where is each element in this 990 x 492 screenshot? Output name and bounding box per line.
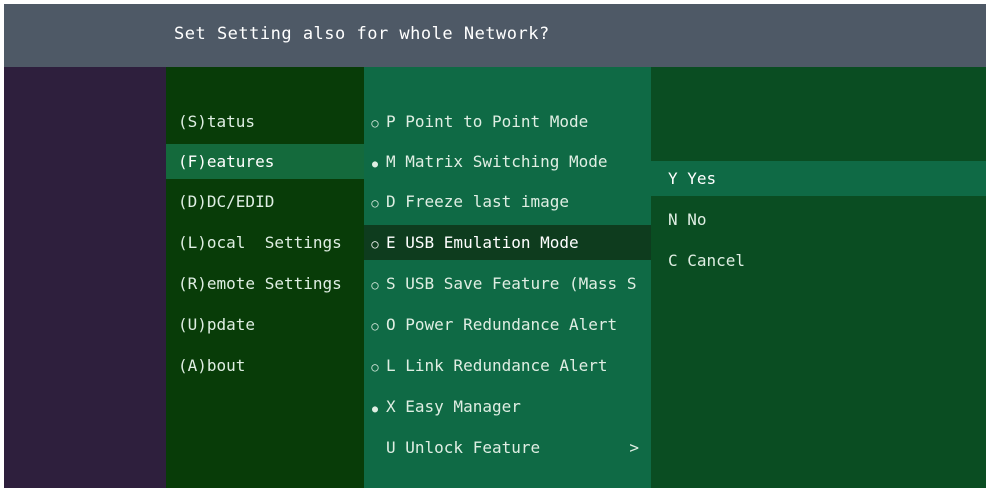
- feature-label: D Freeze last image: [386, 192, 570, 211]
- feature-label: L Link Redundance Alert: [386, 356, 608, 375]
- menu-item-ddc-edid[interactable]: (D)DC/EDID: [166, 184, 364, 219]
- feature-power-redundance-alert[interactable]: O Power Redundance Alert: [364, 307, 651, 342]
- feature-label: P Point to Point Mode: [386, 112, 589, 131]
- feature-label: X Easy Manager: [386, 397, 521, 416]
- osd-screen: Set Setting also for whole Network? (S)t…: [4, 4, 986, 488]
- menu-item-label: (F)eatures: [178, 152, 275, 171]
- confirm-no[interactable]: N No: [651, 202, 986, 237]
- confirm-cancel[interactable]: C Cancel: [651, 243, 986, 278]
- feature-usb-emulation[interactable]: E USB Emulation Mode: [364, 225, 651, 260]
- menu-item-local-settings[interactable]: (L)ocal Settings: [166, 225, 364, 260]
- chevron-right-icon: >: [629, 438, 639, 457]
- feature-label: O Power Redundance Alert: [386, 315, 618, 334]
- menu-item-label: (D)DC/EDID: [178, 192, 275, 211]
- confirm-menu: Y Yes N No C Cancel: [651, 67, 986, 488]
- radio-filled-icon: [364, 391, 386, 424]
- menu-item-status[interactable]: (S)tatus: [166, 104, 364, 139]
- radio-empty-icon: [364, 309, 386, 342]
- feature-link-redundance-alert[interactable]: L Link Redundance Alert: [364, 348, 651, 383]
- feature-matrix-switching[interactable]: M Matrix Switching Mode: [364, 144, 651, 179]
- feature-usb-save[interactable]: S USB Save Feature (Mass S: [364, 266, 651, 301]
- radio-empty-icon: [364, 350, 386, 383]
- menu-item-update[interactable]: (U)pdate: [166, 307, 364, 342]
- feature-easy-manager[interactable]: X Easy Manager: [364, 389, 651, 424]
- feature-label: U Unlock Feature: [386, 438, 541, 457]
- feature-label: S USB Save Feature (Mass S: [386, 274, 637, 293]
- confirm-label: N No: [668, 210, 707, 229]
- features-menu: P Point to Point Mode M Matrix Switching…: [364, 67, 651, 488]
- menu-item-label: (L)ocal Settings: [178, 233, 342, 252]
- menu-item-remote-settings[interactable]: (R)emote Settings: [166, 266, 364, 301]
- feature-freeze-last-image[interactable]: D Freeze last image: [364, 184, 651, 219]
- feature-point-to-point[interactable]: P Point to Point Mode: [364, 104, 651, 139]
- menu-item-label: (U)pdate: [178, 315, 256, 334]
- radio-empty-icon: [364, 186, 386, 219]
- menu-item-label: (R)emote Settings: [178, 274, 342, 293]
- confirm-label: Y Yes: [668, 169, 717, 188]
- feature-label: M Matrix Switching Mode: [386, 152, 608, 171]
- menu-item-label: (S)tatus: [178, 112, 256, 131]
- feature-label: E USB Emulation Mode: [386, 233, 579, 252]
- main-menu: (S)tatus (F)eatures (D)DC/EDID (L)ocal S…: [166, 67, 364, 488]
- feature-unlock[interactable]: U Unlock Feature >: [364, 430, 651, 465]
- radio-empty-icon: [364, 268, 386, 301]
- menu-item-label: (A)bout: [178, 356, 246, 375]
- radio-filled-icon: [364, 146, 386, 179]
- menu-item-about[interactable]: (A)bout: [166, 348, 364, 383]
- confirm-yes[interactable]: Y Yes: [651, 161, 986, 196]
- dialog-title: Set Setting also for whole Network?: [174, 24, 550, 44]
- menu-item-features[interactable]: (F)eatures: [166, 144, 364, 179]
- radio-empty-icon: [364, 227, 386, 260]
- dialog-title-bar: Set Setting also for whole Network?: [4, 4, 986, 67]
- radio-empty-icon: [364, 106, 386, 139]
- confirm-label: C Cancel: [668, 251, 746, 270]
